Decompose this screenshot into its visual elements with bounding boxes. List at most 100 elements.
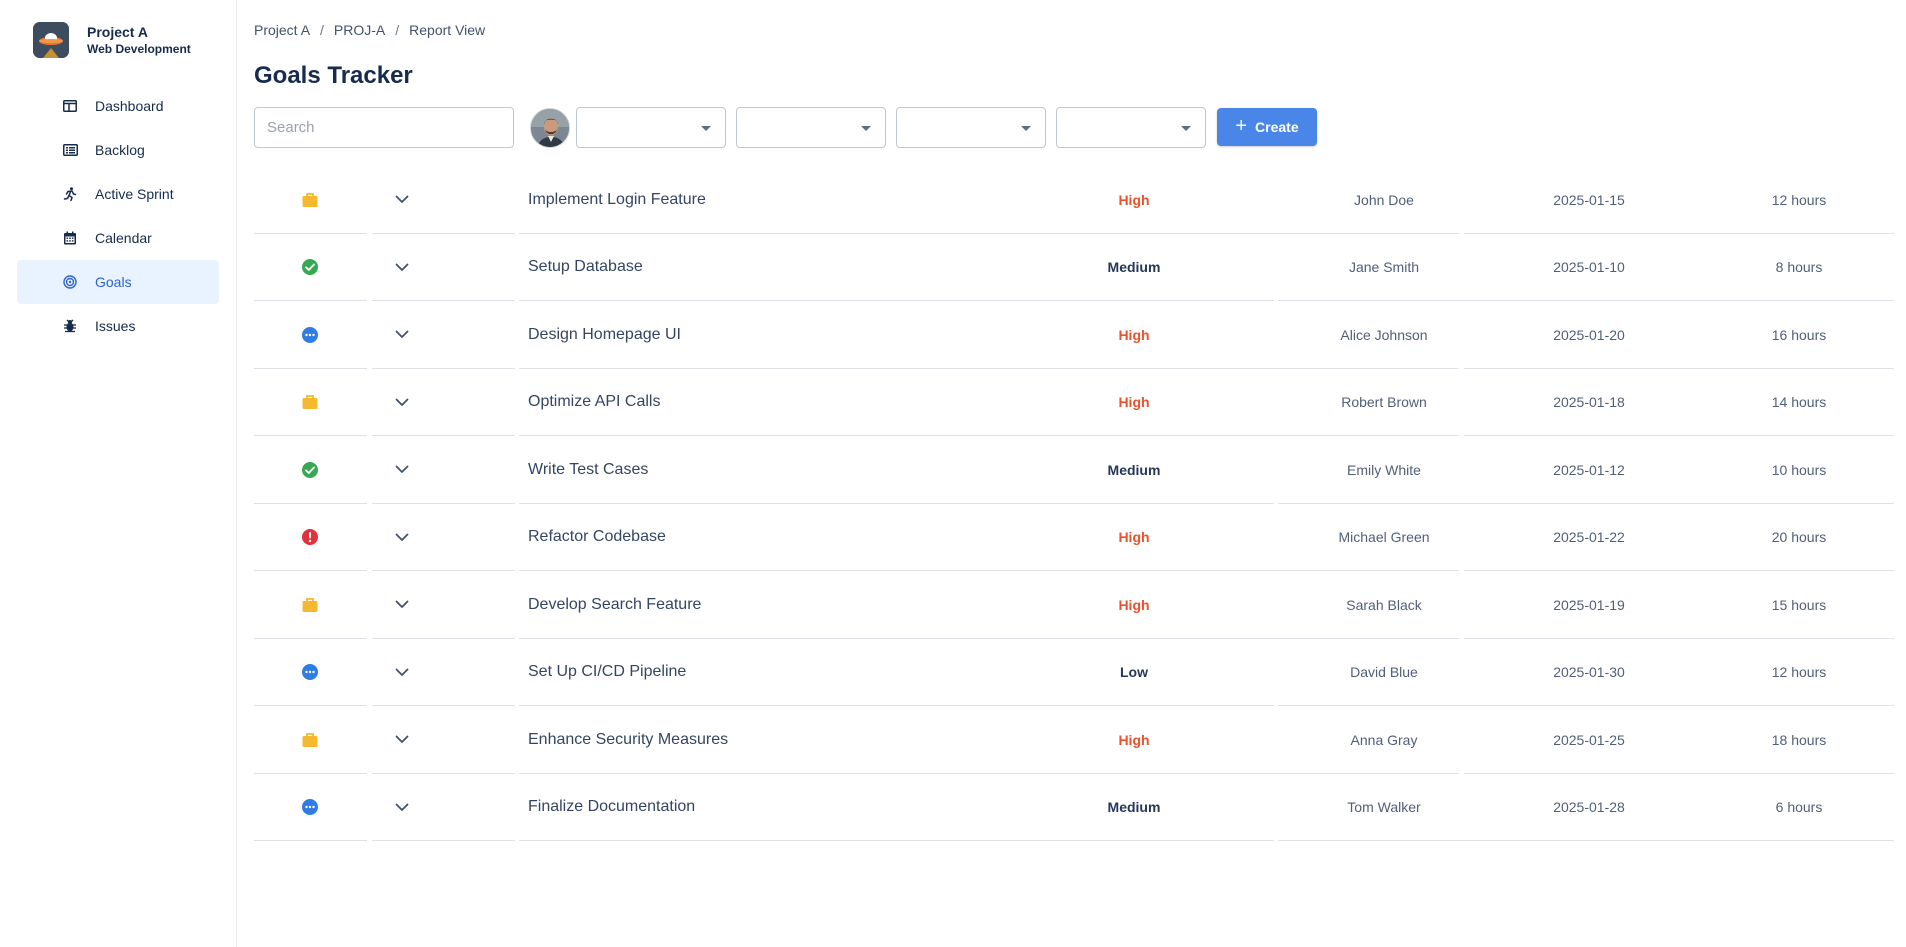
goal-hours: 15 hours [1771, 596, 1827, 613]
goal-date: 2025-01-12 [1553, 461, 1625, 478]
goal-title[interactable]: Setup Database [528, 234, 643, 302]
sidebar: Project A Web Development Dashboard Back… [0, 0, 237, 947]
goal-assignee: Robert Brown [1341, 394, 1427, 411]
filter-select-3[interactable] [896, 107, 1046, 148]
goal-title[interactable]: Develop Search Feature [528, 571, 701, 639]
goal-hours: 16 hours [1771, 326, 1827, 343]
table-row[interactable]: Enhance Security Measures High Anna Gray 20… [254, 706, 1894, 774]
table-row[interactable]: Write Test Cases Medium Emily White 2025-01… [254, 436, 1894, 504]
filter-select-1[interactable] [576, 107, 726, 148]
sidebar-item-label: Dashboard [95, 98, 164, 114]
sidebar-nav: Dashboard Backlog Active Sprint Calendar… [17, 84, 219, 348]
sidebar-item-issues[interactable]: Issues [17, 304, 219, 348]
goal-title[interactable]: Finalize Documentation [528, 774, 695, 842]
target-icon [63, 275, 77, 289]
check-circle-icon [301, 436, 319, 504]
goal-date: 2025-01-22 [1553, 529, 1625, 546]
chevron-down-icon[interactable] [393, 166, 411, 234]
goal-hours: 8 hours [1775, 259, 1823, 276]
goals-table: Implement Login Feature High John Doe 2025-… [254, 166, 1894, 841]
goal-priority: High [1118, 326, 1150, 343]
goal-assignee: Jane Smith [1348, 259, 1420, 276]
row-divider [1278, 840, 1894, 841]
goal-priority: High [1118, 529, 1150, 546]
goal-priority: High [1118, 731, 1150, 748]
goal-title[interactable]: Write Test Cases [528, 436, 648, 504]
goal-priority: High [1118, 191, 1150, 208]
table-row[interactable]: Design Homepage UI High Alice Johnson 2025-… [254, 301, 1894, 369]
filter-select-2[interactable] [736, 107, 886, 148]
more-circle-icon [301, 301, 319, 369]
sidebar-item-goals[interactable]: Goals [17, 260, 219, 304]
goal-date: 2025-01-28 [1553, 799, 1625, 816]
table-row[interactable]: Finalize Documentation Medium Tom Walker 20… [254, 774, 1894, 842]
goal-title[interactable]: Set Up CI/CD Pipeline [528, 639, 686, 707]
breadcrumb-separator: / [320, 22, 324, 38]
goal-title[interactable]: Enhance Security Measures [528, 706, 728, 774]
search-input[interactable] [254, 107, 514, 148]
breadcrumb-item[interactable]: Project A [254, 22, 310, 38]
chevron-down-icon[interactable] [393, 504, 411, 572]
filter-select-4[interactable] [1056, 107, 1206, 148]
goal-assignee: David Blue [1350, 664, 1418, 681]
sidebar-item-label: Calendar [95, 230, 152, 246]
caret-down-icon [1021, 126, 1031, 131]
goal-date: 2025-01-25 [1553, 731, 1625, 748]
goal-title[interactable]: Refactor Codebase [528, 504, 666, 572]
chevron-down-icon[interactable] [393, 301, 411, 369]
goal-hours: 12 hours [1771, 664, 1827, 681]
briefcase-icon [301, 571, 319, 639]
avatar[interactable] [530, 108, 570, 148]
breadcrumb-item[interactable]: PROJ-A [334, 22, 385, 38]
project-header[interactable]: Project A Web Development [33, 22, 191, 58]
project-subtitle: Web Development [87, 41, 191, 56]
goal-title[interactable]: Implement Login Feature [528, 166, 706, 234]
goal-date: 2025-01-15 [1553, 191, 1625, 208]
goal-title[interactable]: Optimize API Calls [528, 369, 660, 437]
row-divider [254, 840, 367, 841]
sidebar-item-calendar[interactable]: Calendar [17, 216, 219, 260]
chevron-down-icon[interactable] [393, 571, 411, 639]
chevron-down-icon[interactable] [393, 774, 411, 842]
goal-priority: Medium [1107, 461, 1161, 478]
goal-assignee: Anna Gray [1350, 731, 1418, 748]
breadcrumb-item[interactable]: Report View [409, 22, 485, 38]
chevron-down-icon[interactable] [393, 234, 411, 302]
goal-hours: 6 hours [1775, 799, 1823, 816]
chevron-down-icon[interactable] [393, 436, 411, 504]
sidebar-item-label: Issues [95, 318, 136, 334]
goal-date: 2025-01-19 [1553, 596, 1625, 613]
sidebar-item-label: Active Sprint [95, 186, 174, 202]
briefcase-icon [301, 166, 319, 234]
chevron-down-icon[interactable] [393, 369, 411, 437]
briefcase-icon [301, 369, 319, 437]
bug-icon [63, 319, 77, 333]
goal-assignee: Tom Walker [1347, 799, 1421, 816]
sidebar-item-backlog[interactable]: Backlog [17, 128, 219, 172]
more-circle-icon [301, 774, 319, 842]
goal-title[interactable]: Design Homepage UI [528, 301, 681, 369]
table-row[interactable]: Set Up CI/CD Pipeline Low David Blue 2025-0… [254, 639, 1894, 707]
goal-date: 2025-01-10 [1553, 259, 1625, 276]
table-row[interactable]: Implement Login Feature High John Doe 2025-… [254, 166, 1894, 234]
table-row[interactable]: Refactor Codebase High Michael Green 2025-0… [254, 504, 1894, 572]
caret-down-icon [701, 126, 711, 131]
create-button[interactable]: + Create [1217, 108, 1317, 146]
table-row[interactable]: Optimize API Calls High Robert Brown 2025-0… [254, 369, 1894, 437]
chevron-down-icon[interactable] [393, 639, 411, 707]
goal-date: 2025-01-18 [1553, 394, 1625, 411]
dashboard-icon [63, 99, 77, 113]
sidebar-item-label: Backlog [95, 142, 145, 158]
row-divider [372, 840, 515, 841]
goal-hours: 10 hours [1771, 461, 1827, 478]
sidebar-item-active-sprint[interactable]: Active Sprint [17, 172, 219, 216]
goal-assignee: Sarah Black [1346, 596, 1422, 613]
goal-assignee: Michael Green [1338, 529, 1430, 546]
table-row[interactable]: Setup Database Medium Jane Smith 2025-01-10… [254, 234, 1894, 302]
running-person-icon [63, 187, 77, 202]
goal-hours: 20 hours [1771, 529, 1827, 546]
chevron-down-icon[interactable] [393, 706, 411, 774]
sidebar-item-dashboard[interactable]: Dashboard [17, 84, 219, 128]
table-row[interactable]: Develop Search Feature High Sarah Black 202… [254, 571, 1894, 639]
breadcrumb-separator: / [395, 22, 400, 38]
